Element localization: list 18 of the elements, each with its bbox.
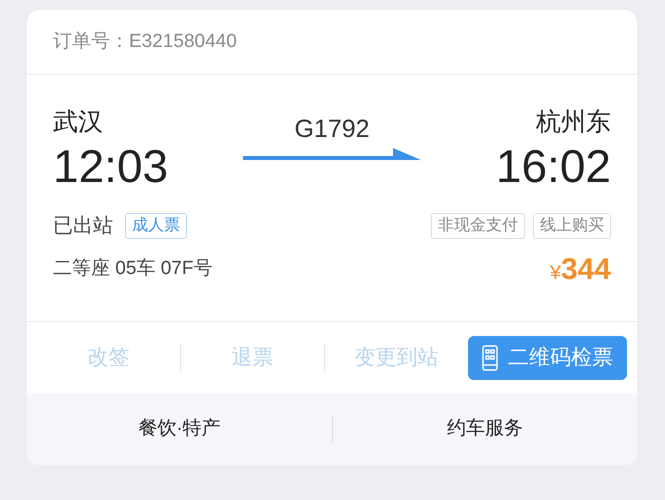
arrow-icon — [243, 147, 421, 161]
arrival-station: 杭州东 — [536, 107, 611, 138]
order-label: 订单号： — [53, 30, 129, 54]
service-link[interactable]: 餐饮·特产 — [27, 414, 332, 444]
service-link[interactable]: 约车服务 — [333, 414, 637, 444]
price: ¥344 — [550, 252, 611, 288]
payment-tag: 非现金支付 — [431, 213, 525, 239]
order-number: E321580440 — [129, 30, 237, 54]
train-number: G1792 — [294, 114, 370, 145]
arrival-time: 16:02 — [496, 139, 611, 193]
phone-qr-icon — [482, 344, 498, 370]
seat-info: 二等座 05车 07F号 — [53, 257, 212, 282]
qr-check-button[interactable]: 二维码检票 — [468, 336, 627, 380]
ticket-type-tag: 成人票 — [125, 213, 187, 239]
departure-time: 12:03 — [53, 139, 168, 193]
departure-station: 武汉 — [53, 107, 104, 138]
status-text: 已出站 — [53, 214, 113, 239]
payment-tag: 线上购买 — [533, 213, 611, 239]
